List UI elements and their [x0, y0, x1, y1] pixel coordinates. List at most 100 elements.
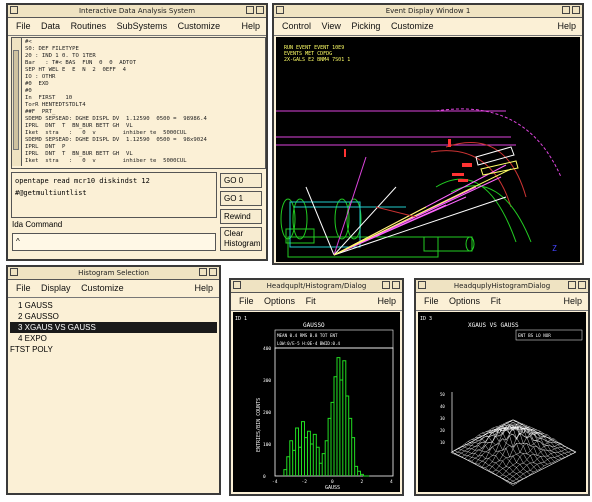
menu-options[interactable]: Options — [264, 296, 295, 306]
z-tick-label: 50 — [440, 392, 445, 397]
plot2d-titlebar[interactable]: HeadquplyHistogramDialog — [416, 280, 588, 293]
plot1d-canvas[interactable]: ID 1 GAUSSO MEAN 0.4 RMS B.8 TOT ENT LOW… — [233, 312, 400, 492]
event-canvas[interactable]: RUN EVENT EVENT 10E9 EVENTS MET CDFDG 2X… — [276, 37, 580, 262]
main-window-titlebar[interactable]: Interactive Data Analysis System — [8, 5, 266, 18]
go1-button[interactable]: GO 1 — [220, 191, 262, 206]
menu-file[interactable]: File — [424, 296, 439, 306]
stats-row: ENT BS LO NOR — [518, 333, 551, 338]
stats-row-2: LOW:0/E-5 H:0E-4 BWID:0.4 — [277, 341, 341, 346]
minimize-icon[interactable] — [568, 281, 576, 289]
clear-histogram-button[interactable]: Clear Histogram — [220, 227, 262, 251]
command-caret: ^ — [16, 237, 20, 246]
plot2d-canvas[interactable]: ID 3 XGAUS VS GAUSS ENT BS LO NOR 50 40 … — [418, 312, 586, 492]
x-tick-label: 2 — [361, 479, 364, 485]
minimize-icon[interactable] — [246, 6, 254, 14]
log-line: IPRL DNT T BN_BUR BETT GH VL — [25, 123, 133, 129]
log-line: SDEMD SEPSEAD: DGHE DISPL DV 1.12590 050… — [25, 116, 207, 122]
list-item[interactable]: 2 GAUSSO — [10, 311, 217, 322]
window-menu-icon[interactable] — [233, 281, 241, 289]
rewind-button[interactable]: Rewind — [220, 209, 262, 224]
menu-view[interactable]: View — [322, 21, 341, 31]
menu-file[interactable]: File — [16, 21, 31, 31]
log-line: ##F PRT_ — [25, 109, 56, 115]
plot1d-menubar: File Options Fit Help — [231, 293, 402, 311]
menu-fit[interactable]: Fit — [491, 296, 501, 306]
menu-routines[interactable]: Routines — [71, 21, 107, 31]
lego-gridline — [505, 448, 569, 482]
x-tick-label: -2 — [302, 479, 308, 485]
menu-subsystems[interactable]: SubSystems — [117, 21, 168, 31]
menu-control[interactable]: Control — [282, 21, 311, 31]
plot1d-title: Headquplt/Histogram/Dialog — [266, 282, 367, 290]
histogram-selection-window: Histogram Selection File Display Customi… — [6, 265, 221, 495]
list-item[interactable]: FTST POLY — [10, 344, 217, 355]
log-line: #< — [25, 39, 32, 45]
detector-outline — [276, 108, 562, 258]
list-item[interactable]: 4 EXPO — [10, 333, 217, 344]
maximize-icon[interactable] — [578, 281, 586, 289]
plot-title: GAUSSO — [303, 322, 325, 329]
minimize-icon[interactable] — [382, 281, 390, 289]
output-area: opentape read mcr10 diskindst 12 #@getmu… — [11, 172, 217, 218]
menu-customize[interactable]: Customize — [81, 283, 124, 293]
log-line: IO : OTHR — [25, 74, 56, 80]
hist-window-titlebar[interactable]: Histogram Selection — [8, 267, 219, 280]
menu-help[interactable]: Help — [241, 18, 260, 35]
plot1d-titlebar[interactable]: Headquplt/Histogram/Dialog — [231, 280, 402, 293]
maximize-icon[interactable] — [209, 268, 217, 276]
log-area: #< S0: DEF FILETYPE 20 : IND 1 0. TO 1TER B… — [11, 37, 266, 169]
event-window-title: Event Display Window 1 — [385, 7, 471, 15]
y-tick-label: 100 — [263, 442, 271, 448]
menu-fit[interactable]: Fit — [306, 296, 316, 306]
menu-customize[interactable]: Customize — [178, 21, 221, 31]
go0-button[interactable]: GO 0 — [220, 173, 262, 188]
list-item[interactable]: 1 GAUSS — [10, 300, 217, 311]
menu-file[interactable]: File — [16, 283, 31, 293]
window-menu-icon[interactable] — [276, 6, 284, 14]
minimize-icon[interactable] — [199, 268, 207, 276]
lego-surface — [450, 419, 576, 486]
output-line-2: #@getmultiuntlist — [15, 189, 87, 197]
menu-help[interactable]: Help — [557, 18, 576, 35]
histogram-list: 1 GAUSS 2 GAUSSO 3 XGAUS VS GAUSS 4 EXPO… — [10, 300, 217, 355]
menu-data[interactable]: Data — [41, 21, 60, 31]
list-item-selected[interactable]: 3 XGAUS VS GAUSS — [10, 322, 217, 333]
z-tick-label: 40 — [440, 404, 445, 409]
log-line: SDEMD SEPSEAD: DGHE DISPL DV 1.12590 050… — [25, 137, 207, 143]
event-window-titlebar[interactable]: Event Display Window 1 — [274, 5, 582, 18]
window-menu-icon[interactable] — [10, 6, 18, 14]
menu-display[interactable]: Display — [41, 283, 71, 293]
log-line: #0 EXD — [25, 81, 49, 87]
plot1d-window: Headquplt/Histogram/Dialog File Options … — [229, 278, 404, 496]
maximize-icon[interactable] — [256, 6, 264, 14]
window-menu-icon[interactable] — [418, 281, 426, 289]
scroll-thumb[interactable] — [13, 50, 19, 150]
event-display-window: Event Display Window 1 Control View Pick… — [272, 3, 584, 265]
maximize-icon[interactable] — [572, 6, 580, 14]
histogram-line — [283, 357, 370, 477]
log-line: IPRL DNT T BN_BUR BETT GH VL — [25, 151, 133, 157]
menu-customize[interactable]: Customize — [391, 21, 434, 31]
plot-id-label: ID 1 — [235, 316, 247, 322]
menu-help[interactable]: Help — [377, 293, 396, 310]
lego-gridline — [468, 441, 531, 475]
menu-help[interactable]: Help — [194, 280, 213, 297]
minimize-icon[interactable] — [562, 6, 570, 14]
x-axis-label: GAUSS — [325, 485, 340, 491]
maximize-icon[interactable] — [392, 281, 400, 289]
menu-help[interactable]: Help — [563, 293, 582, 310]
window-menu-icon[interactable] — [10, 268, 18, 276]
event-info-line-3: 2X-GALS E2 BNM4 7S01 1 — [284, 57, 350, 63]
log-scrollbar[interactable] — [12, 38, 22, 166]
plot2d-title: HeadquplyHistogramDialog — [453, 282, 551, 290]
hist-window-title: Histogram Selection — [78, 269, 149, 277]
lego-gridline — [495, 440, 558, 475]
command-input[interactable]: ^ — [12, 233, 216, 251]
z-tick-label: 10 — [440, 440, 445, 445]
menu-picking[interactable]: Picking — [351, 21, 380, 31]
menu-file[interactable]: File — [239, 296, 254, 306]
log-line: #0 — [25, 88, 32, 94]
y-axis-label: ENTRIES/BIN COUNTS — [256, 398, 262, 452]
lego-gridline — [474, 432, 538, 471]
menu-options[interactable]: Options — [449, 296, 480, 306]
